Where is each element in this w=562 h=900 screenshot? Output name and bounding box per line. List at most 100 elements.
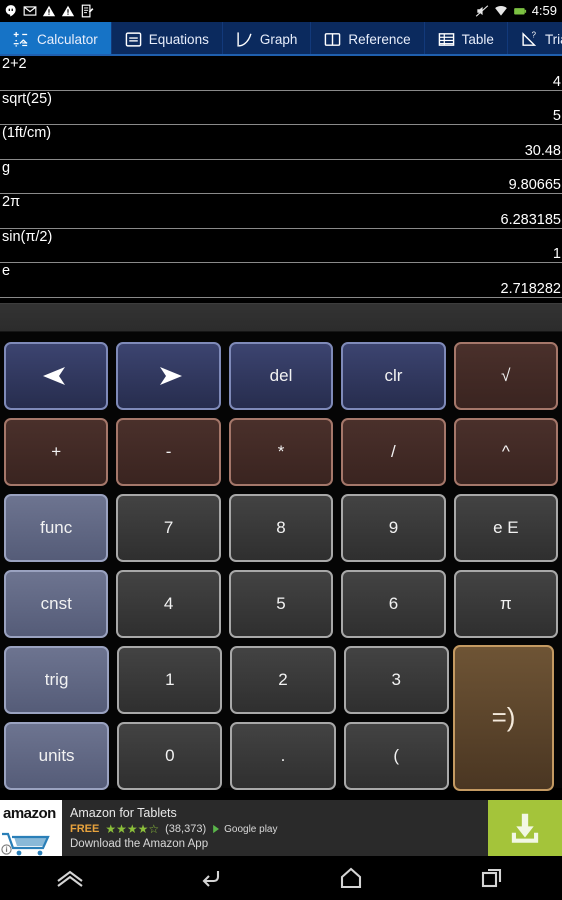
- key-clear[interactable]: clr: [341, 341, 446, 410]
- key-equals[interactable]: =): [453, 644, 554, 791]
- key-plus[interactable]: +: [4, 417, 109, 486]
- key-cursor-left[interactable]: [4, 341, 109, 410]
- calculation-history[interactable]: 2+2 4 sqrt(25) 5 (1ft/cm) 30.48 g 9.8066…: [0, 56, 562, 298]
- key-label: /: [391, 441, 396, 461]
- nav-home-button[interactable]: [281, 866, 422, 890]
- notes-icon: [81, 4, 94, 18]
- expression-input[interactable]: [0, 302, 562, 332]
- history-result: 1: [552, 246, 561, 262]
- key-label: e E: [493, 517, 519, 537]
- book-icon: [325, 32, 341, 46]
- key-pi[interactable]: π: [453, 569, 559, 638]
- status-right-icons: 4:59: [475, 0, 557, 22]
- history-result: 9.80665: [508, 177, 561, 193]
- key-multiply[interactable]: *: [228, 417, 334, 486]
- history-row[interactable]: (1ft/cm) 30.48: [0, 125, 562, 160]
- ad-meta: FREE ★★★★☆ (38,373) Google play: [70, 822, 480, 836]
- warning-icon: [61, 5, 75, 17]
- history-row[interactable]: sin(π/2) 1: [0, 229, 562, 263]
- key-units[interactable]: units: [4, 721, 110, 790]
- key-label: units: [38, 745, 75, 765]
- key-exponent[interactable]: e E: [453, 493, 559, 562]
- tab-table[interactable]: Table: [425, 22, 508, 54]
- key-decimal[interactable]: .: [230, 721, 336, 790]
- calculator-icon: [13, 31, 28, 47]
- ad-banner[interactable]: amazon Amazon for Tablets FREE ★★★★☆ (38…: [0, 800, 562, 856]
- ad-download-button[interactable]: [488, 800, 562, 856]
- status-left-icons: [4, 4, 94, 18]
- key-8[interactable]: 8: [228, 493, 334, 562]
- gmail-icon: [23, 6, 37, 16]
- tab-label: Reference: [348, 31, 411, 47]
- history-result: 30.48: [524, 142, 561, 159]
- arrow-left-icon: [43, 366, 66, 385]
- key-label: +: [51, 441, 62, 461]
- tab-label: Equations: [148, 31, 209, 47]
- key-5[interactable]: 5: [228, 569, 334, 638]
- ad-store-label: Google play: [224, 823, 278, 835]
- nav-app-drawer-button[interactable]: [0, 867, 141, 889]
- key-trig[interactable]: trig: [4, 645, 110, 714]
- history-row[interactable]: g 9.80665: [0, 160, 562, 194]
- key-3[interactable]: 3: [343, 645, 449, 714]
- ad-price: FREE: [70, 823, 100, 835]
- key-label: cnst: [40, 593, 72, 613]
- back-icon: [202, 871, 219, 887]
- ad-title: Amazon for Tablets: [70, 806, 177, 820]
- key-func[interactable]: func: [4, 493, 109, 562]
- key-label: .: [280, 745, 286, 765]
- ad-store: Google play: [212, 823, 278, 835]
- key-power[interactable]: ^: [453, 417, 559, 486]
- keypad-row: del clr √: [0, 338, 562, 414]
- status-bar: 4:59: [0, 0, 562, 22]
- key-label: 0: [165, 745, 175, 765]
- tab-graph[interactable]: Graph: [223, 22, 312, 54]
- expression-input-value: [0, 304, 562, 312]
- key-sqrt[interactable]: √: [453, 341, 559, 410]
- tab-label: Table: [461, 31, 494, 47]
- ad-info-icon[interactable]: [1, 844, 12, 855]
- tab-equations[interactable]: Equations: [112, 22, 223, 54]
- key-6[interactable]: 6: [341, 569, 446, 638]
- tab-reference[interactable]: Reference: [311, 22, 425, 54]
- history-expression: (1ft/cm): [2, 125, 52, 141]
- download-icon: [511, 813, 539, 843]
- ad-body: Amazon for Tablets FREE ★★★★☆ (38,373) G…: [62, 800, 488, 856]
- arrow-right-icon: [159, 366, 182, 385]
- key-9[interactable]: 9: [341, 493, 446, 562]
- key-label: del: [269, 365, 293, 385]
- svg-text:?: ?: [532, 31, 537, 39]
- ad-rating-stars: ★★★★☆: [105, 822, 160, 836]
- key-2[interactable]: 2: [230, 645, 336, 714]
- nav-recents-button[interactable]: [422, 866, 562, 890]
- key-open-paren[interactable]: (: [343, 721, 449, 790]
- key-minus[interactable]: -: [116, 417, 221, 486]
- key-label: π: [499, 593, 512, 613]
- amazon-logo-text: amazon: [3, 805, 56, 822]
- history-row[interactable]: 2π 6.283185: [0, 194, 562, 229]
- history-row[interactable]: e 2.718282: [0, 263, 562, 298]
- nav-back-button[interactable]: [141, 866, 282, 890]
- key-label: 4: [163, 593, 174, 613]
- history-expression: 2π: [2, 194, 21, 210]
- history-result: 2.718282: [500, 280, 561, 297]
- tab-calculator[interactable]: Calculator: [0, 22, 112, 54]
- hangouts-icon: [5, 5, 16, 17]
- key-constants[interactable]: cnst: [4, 569, 109, 638]
- key-1[interactable]: 1: [117, 645, 223, 714]
- history-row[interactable]: sqrt(25) 5: [0, 91, 562, 125]
- key-delete[interactable]: del: [228, 341, 334, 410]
- key-divide[interactable]: /: [341, 417, 446, 486]
- key-7[interactable]: 7: [116, 493, 221, 562]
- key-label: trig: [44, 669, 69, 689]
- history-row[interactable]: 2+2 4: [0, 56, 562, 91]
- tab-triangle[interactable]: ? Triangle: [508, 22, 562, 54]
- key-label: ^: [501, 441, 510, 461]
- key-0[interactable]: 0: [117, 721, 223, 790]
- app-drawer-icon: [57, 870, 83, 887]
- google-play-icon: [213, 824, 220, 834]
- calculator-app: 4:59 Calculator Equations Graph Referenc…: [0, 0, 562, 900]
- tab-label: Calculator: [37, 31, 98, 47]
- key-cursor-right[interactable]: [116, 341, 221, 410]
- key-4[interactable]: 4: [116, 569, 221, 638]
